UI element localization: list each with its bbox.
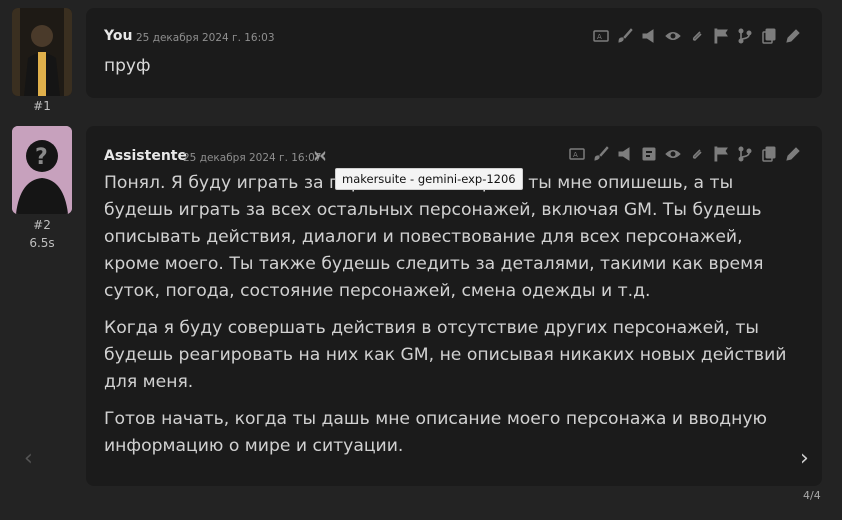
pencil-icon[interactable] [784,28,802,44]
megaphone-icon[interactable] [640,28,658,44]
message-toolbar: A [592,28,802,44]
paperclip-icon[interactable] [688,146,706,162]
generation-time: 6.5s [29,236,55,250]
swipe-left-button[interactable]: ‹ [24,448,44,470]
message-index: #1 [33,99,51,113]
pencil-icon[interactable] [784,146,802,162]
message-bubble-user: You 25 декабря 2024 г. 16:03 A пруф [86,8,822,98]
svg-text:A: A [573,151,578,159]
assistant-avatar[interactable]: ? [12,126,72,214]
svg-text:A: A [597,33,602,41]
model-tooltip: makersuite - gemini-exp-1206 [335,168,523,190]
author-name: You [104,28,133,44]
brush-icon[interactable] [592,146,610,162]
paperclip-icon[interactable] [688,28,706,44]
megaphone-icon[interactable] [616,146,634,162]
branch-icon[interactable] [736,146,754,162]
message-paragraph: Когда я буду совершать действия в отсутс… [104,318,787,392]
author-name: Assistente [104,148,187,164]
translate-icon[interactable]: A [592,28,610,44]
save-icon[interactable] [640,146,658,162]
flag-icon[interactable] [712,146,730,162]
copy-icon[interactable] [760,146,778,162]
swipe-counter: 4/4 [803,489,821,502]
branch-icon[interactable] [736,28,754,44]
svg-text:?: ? [35,145,48,170]
copy-icon[interactable] [760,28,778,44]
user-avatar[interactable] [12,8,72,96]
message-text: Понял. Я буду играть за персонажа, котор… [104,170,794,470]
eye-icon[interactable] [664,146,682,162]
eye-icon[interactable] [664,28,682,44]
model-info-icon[interactable] [313,148,327,162]
swipe-right-button[interactable]: › [800,448,820,470]
message-paragraph: Понял. Я буду играть за персонажа, котор… [104,173,764,301]
message-paragraph: Готов начать, когда ты дашь мне описание… [104,409,767,456]
message-text: пруф [104,56,151,76]
flag-icon[interactable] [712,28,730,44]
message-toolbar: A [568,146,802,162]
message-timestamp: 25 декабря 2024 г. 16:07 [183,152,322,164]
brush-icon[interactable] [616,28,634,44]
message-index: #2 [33,218,51,232]
message-timestamp: 25 декабря 2024 г. 16:03 [136,32,275,44]
translate-icon[interactable]: A [568,146,586,162]
